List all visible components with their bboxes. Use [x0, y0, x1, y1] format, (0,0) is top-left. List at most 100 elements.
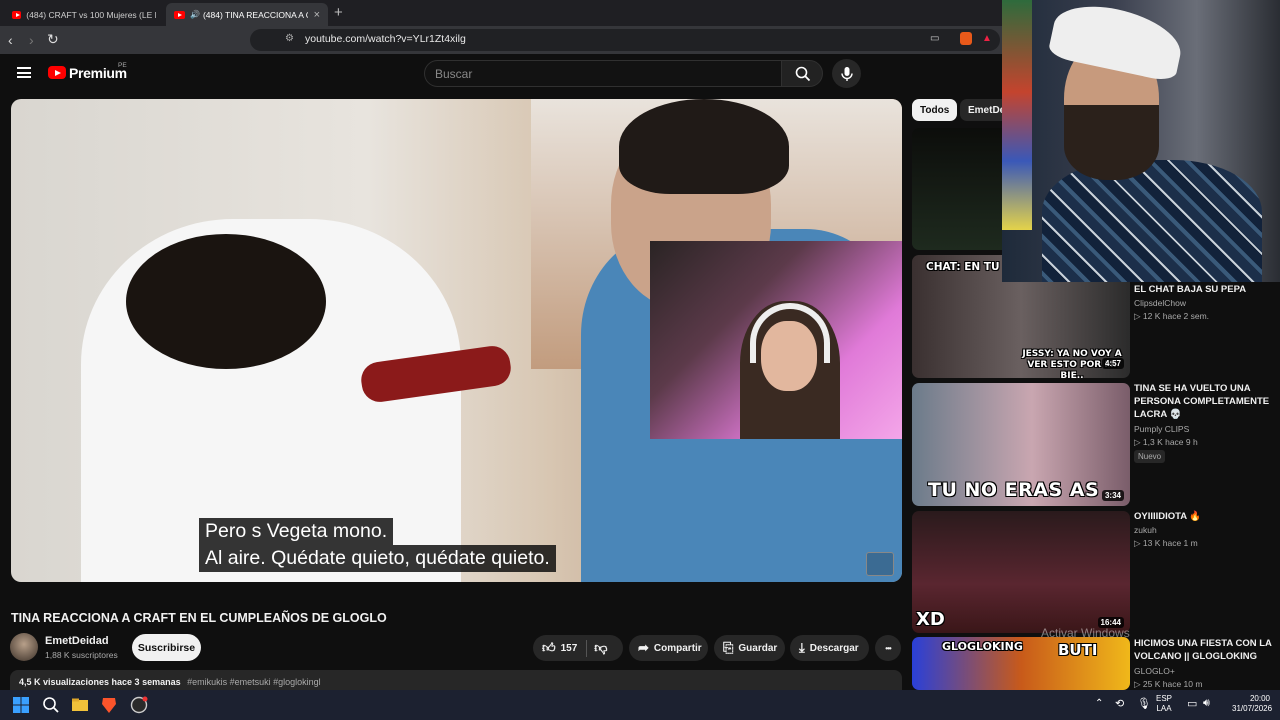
filter-chip-all[interactable]: Todos — [912, 99, 958, 121]
recommended-thumbnail[interactable]: XD 16:44 — [912, 511, 1130, 633]
chevron-up-icon[interactable]: ⌃ — [1095, 698, 1103, 709]
thumbnail-caption: BUTI — [1058, 641, 1098, 659]
recommended-title[interactable]: OYIIIIDIOTA 🔥 — [1134, 510, 1274, 523]
recommended-channel[interactable]: Pumply CLIPS — [1134, 424, 1189, 434]
obs-icon[interactable] — [130, 696, 148, 714]
thumbnail-caption: XD — [916, 609, 945, 630]
share-label: Compartir — [653, 642, 702, 654]
sync-icon[interactable]: ⟲ — [1115, 697, 1124, 710]
back-icon[interactable]: ‹ — [8, 32, 13, 48]
search-icon — [795, 66, 811, 82]
video-frame-person — [126, 234, 326, 369]
browser-tab-active[interactable]: 🔊 (484) TINA REACCIONA A CRA × — [166, 3, 328, 26]
thumbs-up-icon[interactable]: 👍︎ — [542, 640, 556, 656]
network-icon[interactable]: ▭ — [1187, 697, 1197, 710]
browser-tab-strip: (484) CRAFT vs 100 Mujeres (LE ROBÓ 🔊 (4… — [0, 0, 1002, 26]
cast-icon[interactable]: ▭ — [930, 33, 939, 44]
close-tab-icon[interactable]: × — [314, 9, 320, 21]
download-button[interactable]: ⤓ Descargar — [790, 635, 869, 661]
save-button[interactable]: ⎘ Guardar — [714, 635, 785, 661]
hashtags[interactable]: #emikukis #emetsuki #gloglokingl — [187, 677, 321, 687]
windows-start-icon[interactable] — [12, 696, 30, 714]
view-stats: 4,5 K visualizaciones hace 3 semanas — [19, 677, 181, 687]
layout-code: LAA — [1156, 704, 1172, 713]
caption-line: Al aire. Quédate quieto, quédate quieto. — [199, 545, 556, 572]
recommended-channel[interactable]: zukuh — [1134, 525, 1157, 535]
more-icon: ••• — [885, 643, 891, 653]
recommended-meta: ▷ 13 K hace 1 m — [1134, 538, 1198, 548]
video-frame-person — [619, 99, 789, 194]
like-count[interactable]: 157 — [561, 643, 578, 654]
forward-icon[interactable]: › — [29, 32, 34, 48]
brave-shield-icon[interactable] — [960, 32, 972, 45]
subscribe-button[interactable]: Suscribirse — [132, 634, 201, 661]
recommended-meta: ▷ 12 K hace 2 sem. — [1134, 311, 1210, 321]
file-explorer-icon[interactable] — [71, 696, 89, 714]
youtube-favicon-icon — [12, 10, 22, 19]
browser-toolbar: ‹ › ↻ ▯ ⚙ youtube.com/watch?v=YLr1Zt4xil… — [0, 26, 1002, 54]
video-duration: 3:34 — [1101, 490, 1124, 501]
youtube-header: Premium PE Buscar — [0, 54, 1002, 94]
url-text: youtube.com/watch?v=YLr1Zt4xilg — [305, 33, 466, 45]
rewards-icon[interactable]: ▲ — [982, 33, 992, 44]
recommended-thumbnail[interactable]: GLOGLOKING BUTI — [912, 637, 1130, 690]
activate-windows-watermark: Activar Windows — [1041, 626, 1130, 640]
browser-tab-title: (484) CRAFT vs 100 Mujeres (LE ROBÓ — [26, 9, 156, 20]
region-code: PE — [118, 62, 127, 69]
language-code: ESP — [1156, 694, 1173, 703]
streamer-figure — [1064, 105, 1159, 180]
share-button[interactable]: ➦ Compartir — [629, 635, 708, 661]
video-duration: 4:57 — [1101, 358, 1124, 369]
recommended-thumbnail[interactable]: TU NO ERAS AS 3:34 — [912, 383, 1130, 506]
search-placeholder: Buscar — [435, 67, 473, 81]
recommended-meta: ▷ 25 K hace 10 m — [1134, 679, 1203, 689]
system-clock[interactable]: 20:00 31/07/2026 — [1232, 694, 1273, 714]
caption-line: Pero s Vegeta mono. — [199, 518, 394, 545]
channel-avatar[interactable] — [10, 633, 38, 661]
channel-name[interactable]: EmetDeidad — [45, 635, 109, 647]
search-icon[interactable] — [42, 696, 60, 714]
description-box[interactable]: 4,5 K visualizaciones hace 3 semanas #em… — [10, 670, 902, 690]
recommended-title[interactable]: HICIMOS UNA FIESTA CON LA VOLCANO || GLO… — [1134, 637, 1274, 663]
address-bar[interactable]: ⚙ youtube.com/watch?v=YLr1Zt4xilg ▭ ▲ — [250, 29, 1000, 51]
youtube-logo-icon[interactable] — [48, 66, 66, 79]
thumbnail-caption: TU NO ERAS AS — [928, 479, 1100, 501]
new-badge: Nuevo — [1134, 450, 1166, 463]
recommended-meta: ▷ 1,3 K hace 9 h — [1134, 437, 1198, 447]
hamburger-menu-icon[interactable] — [17, 67, 31, 78]
recommended-title[interactable]: EL CHAT BAJA SU PEPA — [1134, 283, 1274, 296]
clock-date: 31/07/2026 — [1232, 704, 1273, 713]
search-input[interactable]: Buscar — [424, 60, 782, 87]
more-actions-button[interactable]: ••• — [875, 635, 901, 661]
background-poster — [1002, 0, 1032, 230]
divider — [586, 639, 588, 657]
browser-tab-title: (484) TINA REACCIONA A CRA — [202, 9, 308, 20]
browser-tab[interactable]: (484) CRAFT vs 100 Mujeres (LE ROBÓ — [4, 3, 164, 26]
site-info-icon[interactable]: ⚙ — [285, 33, 294, 44]
channel-watermark-icon[interactable] — [866, 552, 894, 576]
reload-icon[interactable]: ↻ — [47, 31, 59, 48]
thumbs-down-icon[interactable]: 👎︎ — [594, 640, 607, 656]
voice-search-button[interactable] — [832, 59, 861, 88]
microphone-icon[interactable]: 🎙︎ — [1137, 697, 1151, 710]
like-dislike-group: 👍︎ 157 👎︎ — [533, 635, 623, 661]
clock-time: 20:00 — [1249, 694, 1270, 703]
bookmark-icon: ⎘ — [723, 640, 734, 655]
recommended-channel[interactable]: ClipsdelChow — [1134, 298, 1186, 308]
recommended-title[interactable]: TINA SE HA VUELTO UNA PERSONA COMPLETAME… — [1134, 382, 1274, 421]
video-player[interactable]: Pero s Vegeta mono. Al aire. Quédate qui… — [11, 99, 902, 582]
new-tab-button[interactable]: + — [334, 4, 343, 21]
speaker-icon: 🔊 — [190, 10, 200, 19]
brave-browser-icon[interactable] — [100, 696, 118, 714]
share-icon: ➦ — [638, 640, 649, 655]
subscriber-count: 1,88 K suscriptores — [45, 650, 118, 660]
microphone-icon — [840, 66, 853, 81]
streamer-facecam-overlay — [650, 241, 902, 439]
download-label: Descargar — [809, 642, 859, 654]
search-button[interactable] — [781, 60, 823, 87]
youtube-favicon-icon — [174, 10, 185, 19]
keyboard-language[interactable]: ESP LAA — [1156, 694, 1172, 714]
volume-icon[interactable]: 🔊︎ — [1203, 697, 1210, 710]
save-label: Guardar — [738, 642, 778, 654]
recommended-channel[interactable]: GLOGLO+ — [1134, 666, 1175, 676]
